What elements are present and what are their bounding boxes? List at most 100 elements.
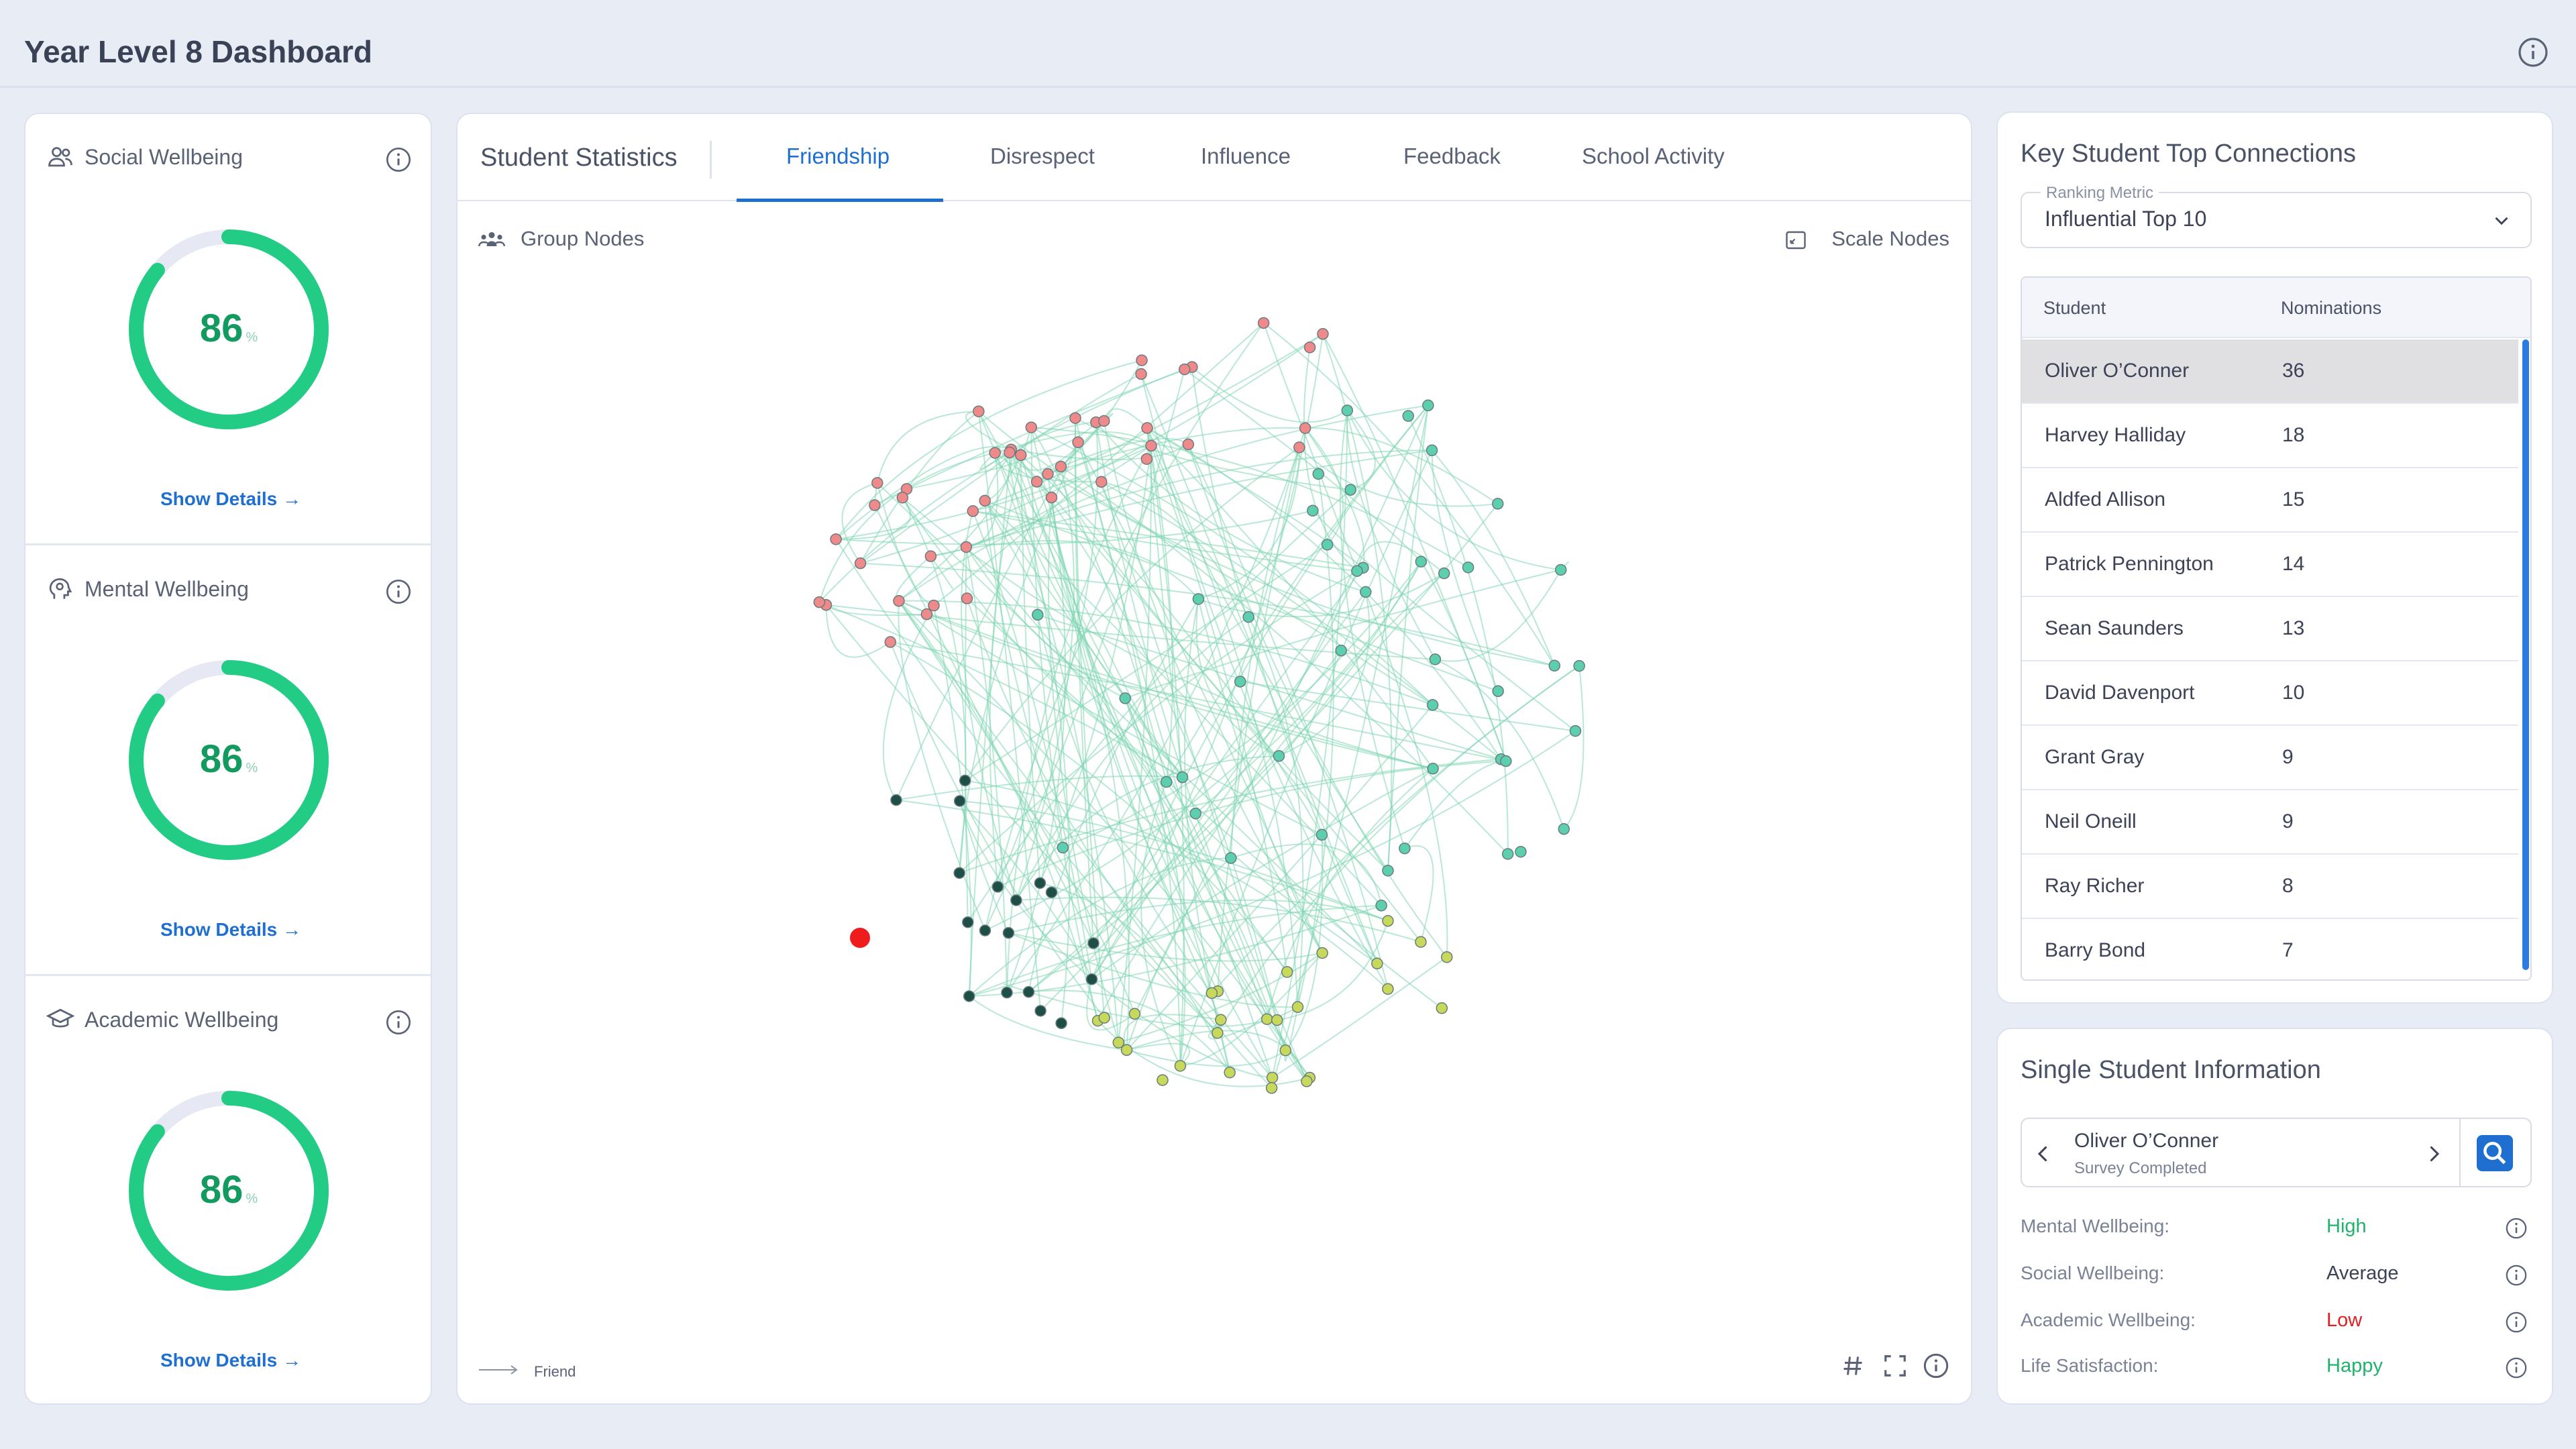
graph-node[interactable]: [1573, 659, 1585, 672]
graph-node[interactable]: [1212, 1026, 1224, 1039]
graph-node[interactable]: [962, 916, 974, 928]
graph-node[interactable]: [893, 595, 905, 607]
table-row[interactable]: Barry Bond 7: [2022, 919, 2518, 979]
graph-node[interactable]: [1279, 1044, 1292, 1057]
graph-node[interactable]: [1136, 354, 1148, 366]
graph-node[interactable]: [1179, 363, 1191, 376]
graph-node[interactable]: [1069, 412, 1081, 424]
graph-node[interactable]: [1382, 915, 1394, 927]
graph-node[interactable]: [953, 795, 966, 807]
show-details-link[interactable]: Show Details →: [157, 1350, 305, 1371]
hash-icon[interactable]: [1841, 1352, 1865, 1379]
graph-node[interactable]: [989, 447, 1001, 459]
graph-node[interactable]: [1022, 985, 1035, 998]
table-row[interactable]: Harvey Halliday 18: [2022, 404, 2518, 468]
graph-node[interactable]: [1375, 900, 1387, 912]
column-header-nominations[interactable]: Nominations: [2281, 278, 2381, 338]
graph-node[interactable]: [1415, 555, 1428, 568]
graph-node[interactable]: [896, 492, 909, 504]
graph-node[interactable]: [928, 599, 940, 612]
graph-node[interactable]: [1440, 951, 1453, 963]
graph-node[interactable]: [1422, 399, 1434, 412]
graph-node[interactable]: [1265, 1082, 1278, 1094]
graph-node[interactable]: [1307, 504, 1319, 517]
graph-node[interactable]: [1344, 484, 1356, 496]
graph-node[interactable]: [1501, 848, 1514, 860]
graph-node[interactable]: [1242, 610, 1254, 623]
graph-node[interactable]: [1293, 441, 1305, 453]
graph-node[interactable]: [1189, 807, 1201, 820]
graph-node[interactable]: [1515, 845, 1527, 858]
graph-node[interactable]: [1010, 894, 1022, 906]
graph-node[interactable]: [1462, 561, 1474, 574]
graph-node[interactable]: [924, 550, 937, 562]
graph-node[interactable]: [854, 557, 867, 570]
graph-node[interactable]: [979, 494, 991, 507]
graph-node[interactable]: [1055, 1017, 1067, 1030]
graph-node[interactable]: [869, 499, 881, 511]
tab-disrespect[interactable]: Disrespect: [990, 144, 1095, 169]
info-icon[interactable]: [385, 578, 412, 605]
graph-node[interactable]: [967, 505, 979, 517]
graph-node[interactable]: [979, 924, 991, 936]
graph-node[interactable]: [1085, 973, 1098, 985]
graph-node[interactable]: [1030, 476, 1043, 488]
selected-node[interactable]: [850, 928, 870, 948]
graph-node[interactable]: [1271, 1014, 1283, 1026]
graph-node[interactable]: [1399, 842, 1411, 855]
graph-node[interactable]: [1554, 564, 1567, 576]
table-row[interactable]: Patrick Pennington 14: [2022, 533, 2518, 597]
graph-node[interactable]: [1299, 422, 1311, 434]
graph-node[interactable]: [1174, 1060, 1187, 1072]
graph-node[interactable]: [1492, 685, 1504, 698]
graph-node[interactable]: [1001, 986, 1013, 999]
graph-node[interactable]: [1057, 841, 1069, 854]
graph-node[interactable]: [1157, 1074, 1169, 1086]
graph-node[interactable]: [1415, 936, 1427, 948]
graph-node[interactable]: [1317, 328, 1329, 340]
graph-node[interactable]: [1128, 1008, 1141, 1020]
tab-feedback[interactable]: Feedback: [1403, 144, 1501, 169]
graph-node[interactable]: [830, 533, 842, 545]
graph-node[interactable]: [1429, 653, 1442, 665]
scale-nodes-toggle[interactable]: Scale Nodes: [1831, 227, 1949, 251]
graph-node[interactable]: [1042, 468, 1054, 480]
graph-node[interactable]: [813, 596, 826, 608]
graph-node[interactable]: [1055, 460, 1067, 473]
scrollbar[interactable]: [2522, 339, 2529, 970]
chevron-right-icon[interactable]: [2422, 1140, 2446, 1167]
table-row[interactable]: Neil Oneill 9: [2022, 790, 2518, 855]
graph-node[interactable]: [1351, 565, 1363, 577]
graph-node[interactable]: [890, 794, 902, 806]
graph-node[interactable]: [1273, 750, 1285, 762]
graph-node[interactable]: [953, 867, 965, 879]
info-icon[interactable]: [385, 1009, 412, 1036]
graph-node[interactable]: [1119, 692, 1131, 704]
show-details-link[interactable]: Show Details →: [157, 919, 305, 941]
table-row[interactable]: Ray Richer 8: [2022, 855, 2518, 919]
table-row[interactable]: Grant Gray 9: [2022, 726, 2518, 790]
graph-node[interactable]: [1436, 1002, 1448, 1014]
graph-node[interactable]: [1234, 676, 1246, 688]
chevron-left-icon[interactable]: [2031, 1140, 2055, 1167]
info-icon[interactable]: [2517, 36, 2549, 68]
column-header-student[interactable]: Student: [2043, 278, 2106, 338]
graph-node[interactable]: [1045, 886, 1058, 898]
graph-node[interactable]: [1120, 1044, 1133, 1057]
graph-node[interactable]: [1135, 368, 1147, 380]
graph-node[interactable]: [1335, 645, 1347, 657]
graph-node[interactable]: [1341, 405, 1354, 417]
graph-node[interactable]: [1257, 317, 1270, 329]
graph-node[interactable]: [1281, 966, 1293, 978]
group-nodes-toggle[interactable]: Group Nodes: [521, 227, 644, 251]
info-icon[interactable]: [1923, 1352, 1949, 1379]
graph-node[interactable]: [963, 990, 975, 1002]
graph-node[interactable]: [973, 405, 985, 417]
friendship-network-graph[interactable]: [458, 248, 1971, 1322]
search-button[interactable]: [2477, 1135, 2513, 1171]
graph-node[interactable]: [1312, 468, 1325, 480]
graph-node[interactable]: [1025, 421, 1038, 433]
graph-node[interactable]: [884, 636, 896, 648]
graph-node[interactable]: [1224, 1066, 1236, 1079]
graph-node[interactable]: [961, 592, 973, 604]
